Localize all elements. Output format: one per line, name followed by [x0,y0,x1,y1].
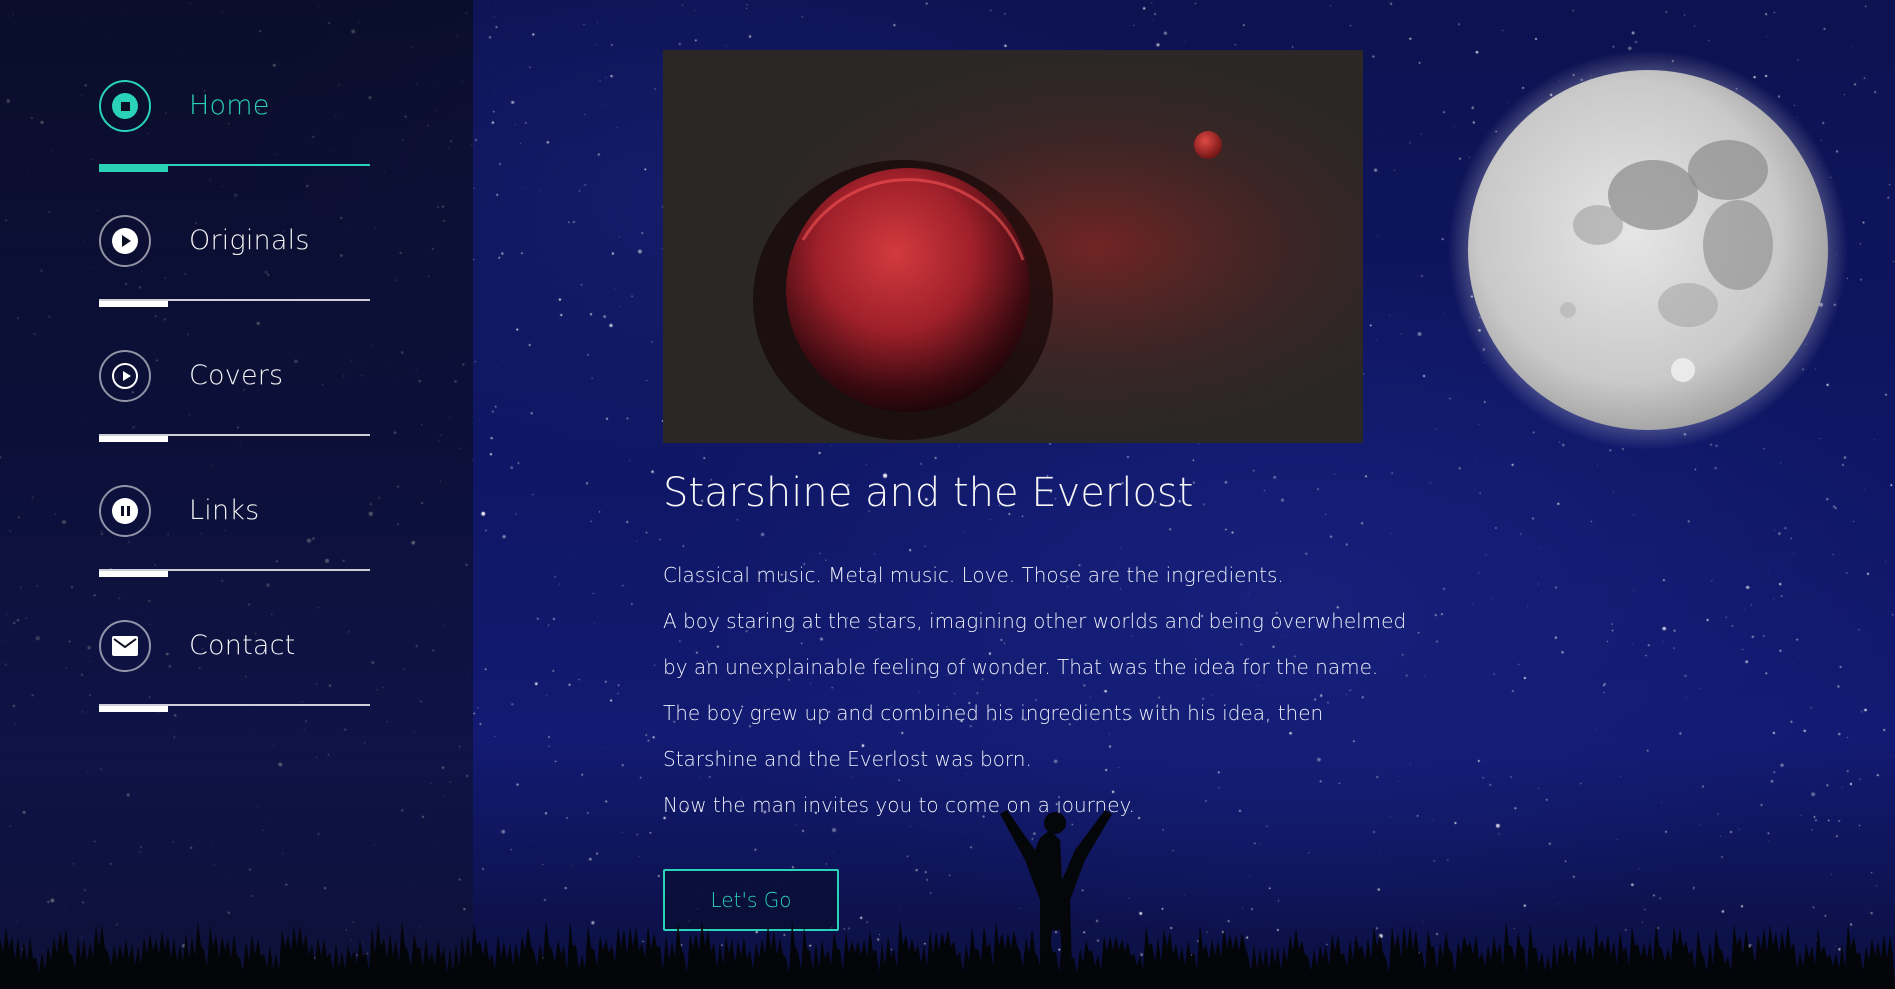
intro-paragraph: Starshine and the Everlost was born. [663,747,1032,771]
nav-progress-bar [99,436,168,442]
envelope-icon [99,620,151,672]
sidebar-nav: Home Originals Covers Links Contact [99,80,370,755]
intro-text: Classical music. Metal music. Love. Thos… [663,552,1407,828]
nav-progress-bar [99,301,168,307]
intro-paragraph: Classical music. Metal music. Love. Thos… [663,563,1284,587]
nav-item-contact[interactable]: Contact [99,620,370,755]
nav-progress-bar [99,571,168,577]
nav-label-links: Links [189,495,260,526]
nav-label-home: Home [189,90,270,121]
nav-label-originals: Originals [189,225,310,256]
nav-label-covers: Covers [189,360,284,391]
intro-paragraph: by an unexplainable feeling of wonder. T… [663,655,1379,679]
play-circle-icon [99,350,151,402]
stop-icon [99,80,151,132]
nav-item-links[interactable]: Links [99,485,370,620]
nav-item-originals[interactable]: Originals [99,215,370,350]
page-title: Starshine and the Everlost [663,470,1194,516]
nav-label-contact: Contact [189,630,296,661]
intro-paragraph: The boy grew up and combined his ingredi… [663,701,1324,725]
play-icon [99,215,151,267]
nav-item-home[interactable]: Home [99,80,370,215]
grass-silhouette [0,810,1895,989]
nav-active-bar [99,166,168,172]
moon-image [1448,50,1848,450]
nav-item-covers[interactable]: Covers [99,350,370,485]
nav-progress-bar [99,706,168,712]
intro-paragraph: A boy staring at the stars, imagining ot… [663,609,1407,633]
hero-planet-image [663,50,1363,443]
pause-icon [99,485,151,537]
